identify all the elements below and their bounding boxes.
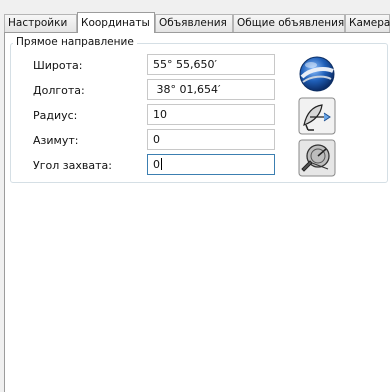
radius-label: Радиус:	[33, 109, 78, 122]
radar-button[interactable]	[298, 139, 336, 177]
radar-icon	[298, 139, 336, 177]
capture-angle-value: 0	[153, 158, 160, 171]
tab-settings[interactable]: Настройки	[4, 14, 77, 32]
globe-icon	[299, 56, 335, 92]
longitude-label: Долгота:	[33, 84, 85, 97]
tab-coordinates[interactable]: Координаты	[77, 12, 155, 33]
satellite-dish-icon	[298, 97, 336, 135]
text-caret	[161, 158, 162, 170]
latitude-field[interactable]: 55° 55,650′	[147, 54, 275, 75]
satellite-dish-button[interactable]	[298, 97, 336, 135]
tab-common-announcements[interactable]: Общие объявления	[233, 14, 345, 32]
tab-camera[interactable]: Камера	[345, 14, 390, 32]
azimuth-field[interactable]: 0	[147, 129, 275, 150]
longitude-field[interactable]: 38° 01,654′	[147, 79, 275, 100]
radius-field[interactable]: 10	[147, 104, 275, 125]
capture-angle-label: Угол захвата:	[33, 159, 112, 172]
globe-button[interactable]	[298, 55, 336, 93]
tab-bar: Настройки Координаты Объявления Общие об…	[4, 12, 390, 33]
group-title: Прямое направление	[13, 36, 137, 49]
tab-announcements[interactable]: Объявления	[155, 14, 233, 32]
latitude-label: Широта:	[33, 59, 83, 72]
capture-angle-field[interactable]: 0	[147, 154, 275, 175]
azimuth-label: Азимут:	[33, 134, 79, 147]
